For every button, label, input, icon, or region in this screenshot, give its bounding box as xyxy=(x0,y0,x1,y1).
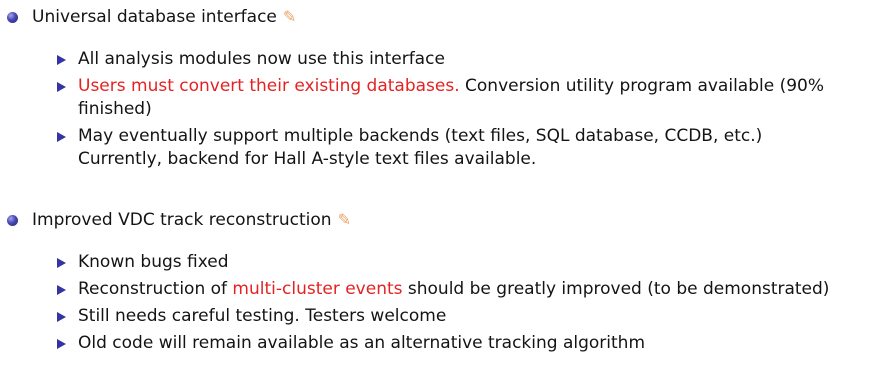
triangle-bullet-icon xyxy=(57,55,66,65)
list-item: Known bugs fixed xyxy=(57,251,848,274)
list-item-text: Known bugs fixed xyxy=(78,252,229,272)
list-item-text: All analysis modules now use this interf… xyxy=(78,49,445,69)
list-item-text: Old code will remain available as an alt… xyxy=(78,333,646,353)
highlighted-text: multi-cluster events xyxy=(232,279,403,299)
triangle-bullet-icon xyxy=(57,132,66,142)
triangle-bullet-icon xyxy=(57,312,66,322)
list-item: Old code will remain available as an alt… xyxy=(57,332,848,355)
list-item-text: Reconstruction of xyxy=(78,279,233,299)
section-title: Universal database interface xyxy=(32,7,277,27)
list-item-text: should be greatly improved (to be demons… xyxy=(402,279,830,299)
list-item: Reconstruction of multi-cluster events s… xyxy=(57,278,848,301)
triangle-bullet-icon xyxy=(57,82,66,92)
list-item: May eventually support multiple backends… xyxy=(57,125,848,171)
section-title-line: Improved VDC track reconstruction ✎ xyxy=(7,209,351,231)
triangle-bullet-icon xyxy=(57,339,66,349)
list-item-text: Still needs careful testing. Testers wel… xyxy=(78,306,447,326)
slide: Universal database interface ✎ All analys… xyxy=(0,0,876,391)
ball-bullet-icon xyxy=(7,12,18,23)
list-item: Users must convert their existing databa… xyxy=(57,75,848,121)
list-item: Still needs careful testing. Testers wel… xyxy=(57,305,848,328)
pencil-icon[interactable]: ✎ xyxy=(283,7,296,26)
section-title-line: Universal database interface ✎ xyxy=(7,6,296,28)
ball-bullet-icon xyxy=(7,215,18,226)
section-vdc-reconstruction-list: Known bugs fixed Reconstruction of multi… xyxy=(57,251,848,359)
highlighted-text: Users must convert their existing databa… xyxy=(78,76,460,96)
section-universal-database-list: All analysis modules now use this interf… xyxy=(57,48,848,175)
list-item-text: May eventually support multiple backends… xyxy=(78,126,763,169)
triangle-bullet-icon xyxy=(57,285,66,295)
pencil-icon[interactable]: ✎ xyxy=(338,210,351,229)
triangle-bullet-icon xyxy=(57,258,66,268)
section-title: Improved VDC track reconstruction xyxy=(32,210,332,230)
list-item: All analysis modules now use this interf… xyxy=(57,48,848,71)
